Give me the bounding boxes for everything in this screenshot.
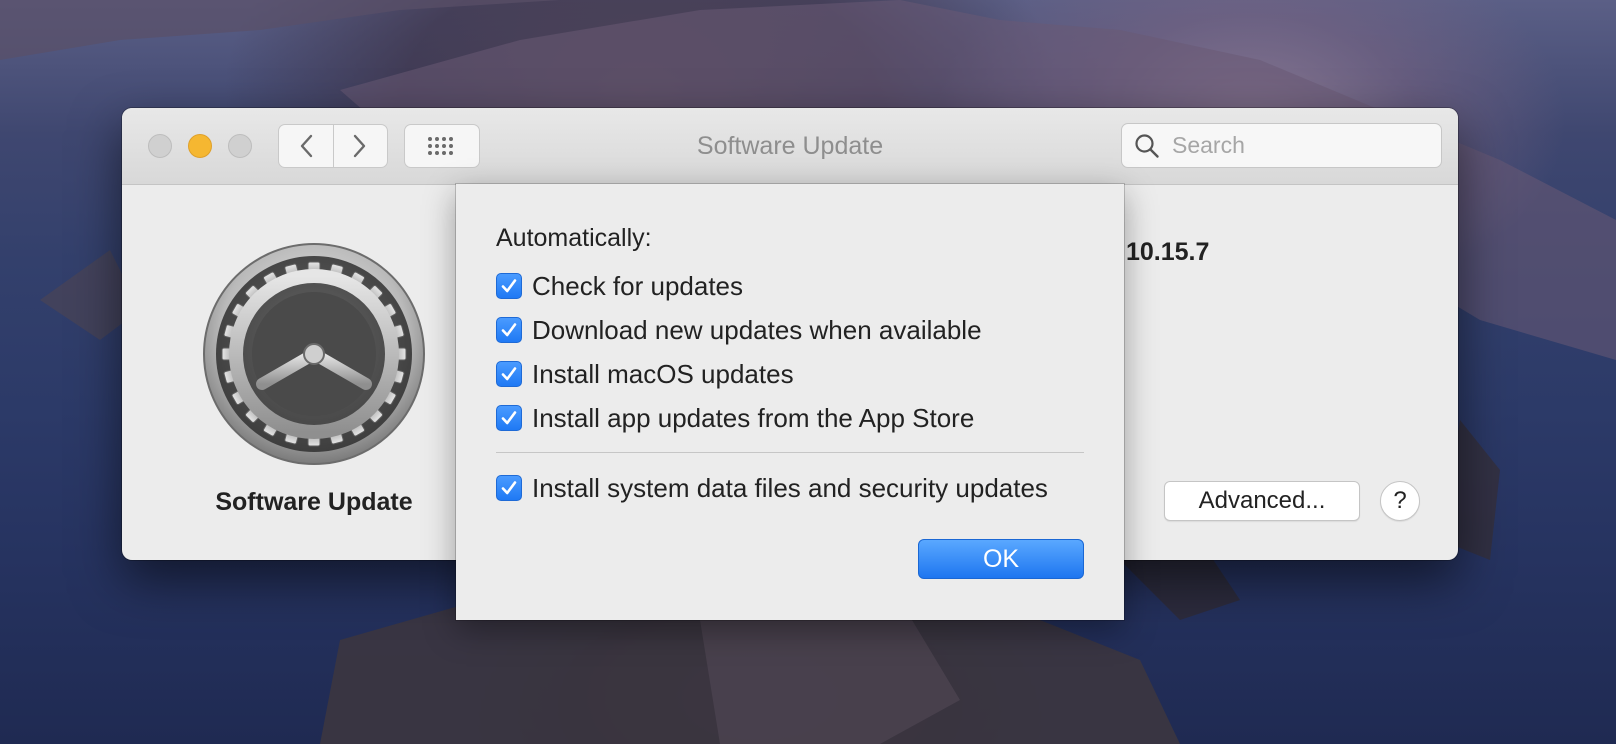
search-input[interactable]	[1170, 131, 1434, 160]
back-chevron-icon	[300, 134, 312, 158]
zoom-button[interactable]	[228, 134, 252, 158]
forward-button[interactable]	[332, 125, 388, 167]
version-text: 10.15.7	[1126, 238, 1210, 266]
pane-name: Software Update	[215, 488, 413, 516]
option-label: Install app updates from the App Store	[532, 402, 975, 433]
advanced-button[interactable]: Advanced...	[1164, 481, 1360, 521]
search-icon	[1135, 133, 1159, 158]
option-download-new-updates[interactable]: Download new updates when available	[496, 315, 982, 345]
forward-chevron-icon	[354, 134, 366, 158]
ok-button[interactable]: OK	[918, 539, 1084, 579]
checkmark-icon	[501, 323, 517, 337]
divider	[496, 452, 1084, 453]
checkmark-icon	[501, 279, 517, 293]
sheet-heading: Automatically:	[496, 224, 652, 252]
help-button[interactable]: ?	[1380, 481, 1420, 521]
minimize-button[interactable]	[188, 134, 212, 158]
option-label: Install system data files and security u…	[532, 472, 1048, 503]
checkmark-icon	[501, 367, 517, 381]
automatic-updates-sheet: Automatically: Check for updates Downloa…	[456, 184, 1124, 620]
option-label: Download new updates when available	[532, 314, 982, 345]
option-label: Check for updates	[532, 270, 744, 301]
navigation-buttons	[278, 124, 388, 168]
gear-icon	[203, 243, 425, 465]
option-install-macos-updates[interactable]: Install macOS updates	[496, 359, 794, 389]
option-label: Install macOS updates	[532, 358, 794, 389]
grid-icon	[428, 137, 453, 155]
option-install-app-updates[interactable]: Install app updates from the App Store	[496, 403, 974, 433]
checkbox[interactable]	[496, 475, 522, 501]
back-button[interactable]	[279, 125, 333, 167]
checkmark-icon	[501, 481, 517, 495]
checkbox[interactable]	[496, 405, 522, 431]
titlebar: Software Update	[122, 108, 1458, 185]
checkbox[interactable]	[496, 361, 522, 387]
option-install-system-data-files[interactable]: Install system data files and security u…	[496, 473, 1048, 503]
search-field[interactable]	[1121, 123, 1442, 168]
checkbox[interactable]	[496, 317, 522, 343]
checkbox[interactable]	[496, 273, 522, 299]
checkmark-icon	[501, 411, 517, 425]
show-all-button[interactable]	[404, 124, 480, 168]
close-button[interactable]	[148, 134, 172, 158]
option-check-for-updates[interactable]: Check for updates	[496, 271, 743, 301]
